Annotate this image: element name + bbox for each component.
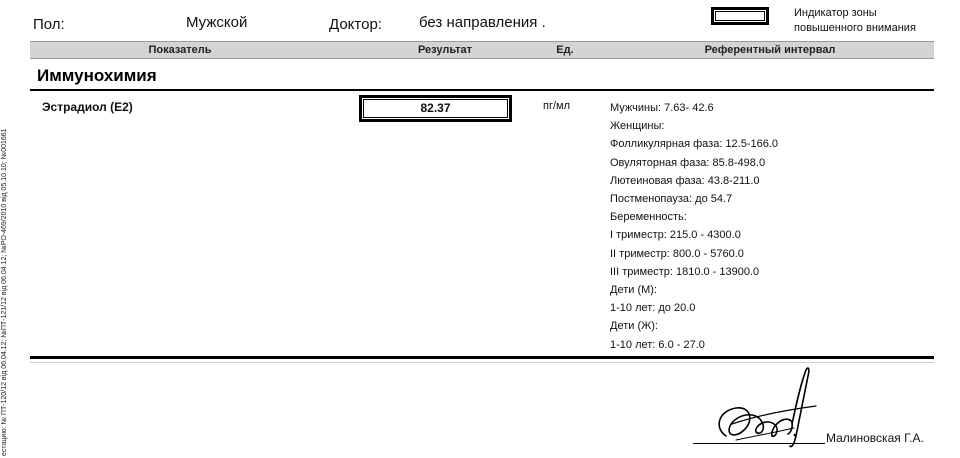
result-unit: пг/мл <box>543 100 571 112</box>
section-divider <box>30 89 934 91</box>
col-header-parameter: Показатель <box>148 44 212 56</box>
reference-interval-list: Мужчины: 7.63- 42.6 Женщины: Фолликулярн… <box>610 99 778 354</box>
reference-line: Мужчины: 7.63- 42.6 <box>610 102 714 114</box>
signature-line <box>693 443 825 444</box>
col-header-result: Результат <box>417 44 473 56</box>
reference-line: III триместр: 1810.0 - 13900.0 <box>610 265 760 278</box>
result-box: 82.37 <box>359 95 512 122</box>
reference-line: Лютеиновая фаза: 43.8-211.0 <box>610 174 760 187</box>
reference-line: 1-10 лет: до 20.0 <box>610 302 696 315</box>
result-value: 82.37 <box>420 101 451 115</box>
reference-line: Овуляторная фаза: 85.8-498.0 <box>610 156 766 169</box>
sex-value: Мужской <box>186 14 248 31</box>
section-title: Иммунохимия <box>37 66 157 85</box>
reference-line: Постменопауза: до 54.7 <box>610 193 733 206</box>
license-side-note: естацию: № ПТ-120/12 від 06.04.12; №ПТ-1… <box>1 128 8 456</box>
cut-off-header-text <box>30 0 590 6</box>
signer-name: Малиновская Г.А. <box>826 431 924 445</box>
table-bottom-rule-light <box>30 362 934 363</box>
reference-line: I триместр: 215.0 - 4300.0 <box>610 229 741 242</box>
reference-line: Беременность: <box>610 211 687 224</box>
reference-line: Фолликулярная фаза: 12.5-166.0 <box>610 138 779 151</box>
col-header-reference: Референтный интервал <box>704 44 836 56</box>
parameter-name: Эстрадиол (E2) <box>42 100 133 114</box>
reference-line: II триместр: 800.0 - 5760.0 <box>610 247 744 260</box>
table-bottom-rule <box>30 356 934 359</box>
attention-indicator-sample <box>711 7 769 25</box>
attention-indicator-label: Индикатор зоны повышенного внимания <box>794 7 916 34</box>
reference-line: Женщины: <box>610 120 665 133</box>
reference-line: Дети (Ж): <box>610 320 658 333</box>
reference-line: Дети (М): <box>610 284 657 297</box>
sex-label: Пол: <box>33 16 65 33</box>
doctor-label: Доктор: <box>329 16 382 33</box>
reference-line: 1-10 лет: 6.0 - 27.0 <box>610 338 705 351</box>
col-header-unit: Ед. <box>556 44 574 56</box>
doctor-value: без направления . <box>419 14 546 31</box>
table-header: Показатель Результат Ед. Референтный инт… <box>30 41 934 59</box>
